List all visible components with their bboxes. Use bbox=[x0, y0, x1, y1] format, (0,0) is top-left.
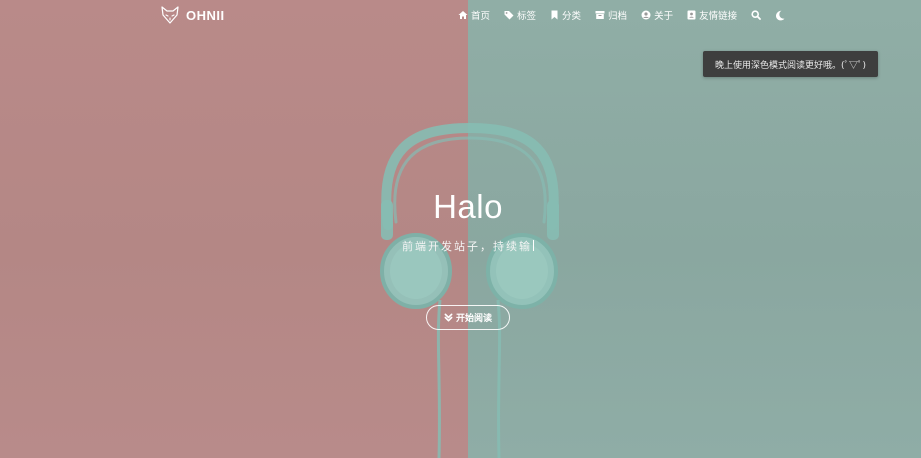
chevrons-down-icon bbox=[444, 313, 453, 322]
nav-item-label: 关于 bbox=[654, 11, 674, 22]
logo-text: OHNII bbox=[186, 7, 225, 23]
top-navbar: OHNII 首页 标签 分类 归档 关于 友情链接 bbox=[0, 0, 921, 30]
site-logo[interactable]: OHNII bbox=[160, 5, 225, 25]
toast-text: 晚上使用深色模式阅读更好哦。(ﾟ▽ﾟ) bbox=[714, 60, 867, 71]
search-icon bbox=[751, 10, 761, 20]
start-reading-button[interactable]: 开始阅读 bbox=[426, 305, 510, 330]
nav-item-label: 友情链接 bbox=[699, 11, 738, 22]
search-button[interactable] bbox=[751, 10, 761, 20]
nav-item-label: 标签 bbox=[517, 11, 537, 22]
home-icon bbox=[458, 11, 468, 19]
nav-item-categories[interactable]: 分类 bbox=[550, 8, 581, 22]
typing-cursor bbox=[533, 240, 534, 251]
moon-icon bbox=[776, 10, 785, 20]
nav-item-home[interactable]: 首页 bbox=[458, 8, 490, 22]
user-circle-icon bbox=[641, 10, 651, 20]
nav-item-label: 分类 bbox=[562, 11, 582, 22]
nav-item-tags[interactable]: 标签 bbox=[504, 8, 536, 22]
dark-mode-toggle[interactable] bbox=[775, 10, 785, 21]
nav-item-label: 归档 bbox=[608, 11, 628, 22]
nav-item-label: 首页 bbox=[471, 11, 491, 22]
tags-icon bbox=[504, 11, 514, 20]
nav-menu: 首页 标签 分类 归档 关于 友情链接 bbox=[458, 8, 785, 22]
hero-subtitle-text: 前端开发站子，持续输 bbox=[402, 240, 532, 253]
hero-subtitle: 前端开发站子，持续输 bbox=[368, 238, 568, 254]
hero-title: Halo bbox=[433, 188, 503, 225]
dark-mode-tip-toast: 晚上使用深色模式阅读更好哦。(ﾟ▽ﾟ) bbox=[703, 51, 878, 77]
address-book-icon bbox=[687, 10, 696, 20]
start-reading-label: 开始阅读 bbox=[455, 314, 492, 324]
nav-item-links[interactable]: 友情链接 bbox=[687, 8, 737, 22]
nav-item-archive[interactable]: 归档 bbox=[595, 8, 627, 22]
nav-item-about[interactable]: 关于 bbox=[641, 8, 673, 22]
fox-logo-icon bbox=[161, 6, 179, 24]
bookmark-icon bbox=[551, 10, 558, 20]
archive-icon bbox=[595, 11, 605, 19]
